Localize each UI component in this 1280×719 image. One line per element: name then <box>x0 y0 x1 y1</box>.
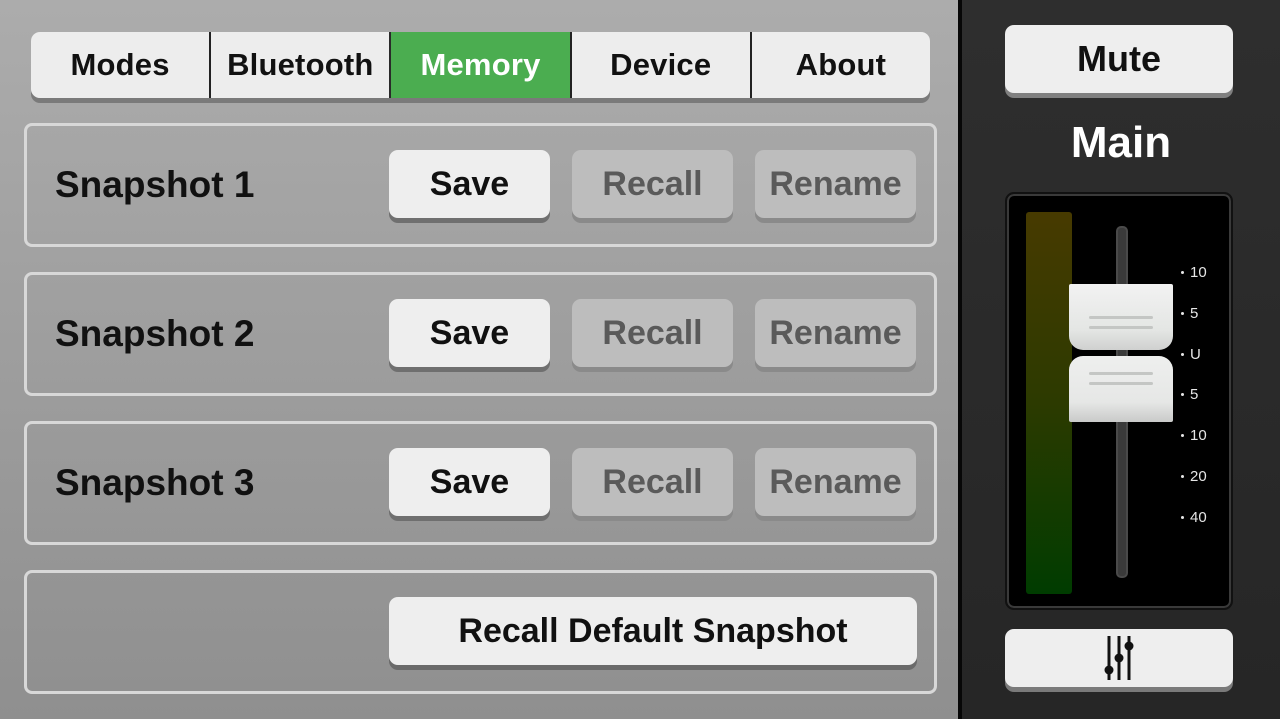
grip-line <box>1089 382 1153 385</box>
scale-mark: 20 <box>1181 466 1207 486</box>
snapshot-name: Snapshot 2 <box>55 313 255 354</box>
scale-mark: U <box>1181 344 1201 364</box>
scale-mark: 40 <box>1181 507 1207 527</box>
snapshot-name: Snapshot 3 <box>55 462 255 503</box>
snapshot-row-1: Snapshot 1 Save Recall Rename <box>24 123 937 247</box>
tab-modes[interactable]: Modes <box>31 32 210 98</box>
save-button[interactable]: Save <box>389 150 550 218</box>
rename-button[interactable]: Rename <box>755 299 916 367</box>
fader-handle-top[interactable] <box>1069 284 1173 350</box>
recall-default-snapshot-button[interactable]: Recall Default Snapshot <box>389 597 917 665</box>
tab-bar: Modes Bluetooth Memory Device About <box>31 32 930 98</box>
recall-button[interactable]: Recall <box>572 150 733 218</box>
rename-button[interactable]: Rename <box>755 448 916 516</box>
grip-line <box>1089 316 1153 319</box>
rename-button[interactable]: Rename <box>755 150 916 218</box>
snapshot-name: Snapshot 1 <box>55 164 255 205</box>
settings-pane: Modes Bluetooth Memory Device About Snap… <box>0 0 958 719</box>
scale-mark: 5 <box>1181 384 1198 404</box>
scale-mark: 10 <box>1181 425 1207 445</box>
snapshot-row-3: Snapshot 3 Save Recall Rename <box>24 421 937 545</box>
save-button[interactable]: Save <box>389 299 550 367</box>
grip-line <box>1089 326 1153 329</box>
scale-mark: 10 <box>1181 262 1207 282</box>
save-button[interactable]: Save <box>389 448 550 516</box>
channel-strip: Mute Main 10 5 U 5 10 20 40 <box>962 0 1280 719</box>
fader-handle-bottom[interactable] <box>1069 356 1173 422</box>
recall-button[interactable]: Recall <box>572 448 733 516</box>
mute-button[interactable]: Mute <box>1005 25 1233 93</box>
tab-device[interactable]: Device <box>569 32 750 98</box>
fader-panel: 10 5 U 5 10 20 40 <box>1005 192 1233 610</box>
snapshot-row-2: Snapshot 2 Save Recall Rename <box>24 272 937 396</box>
sliders-icon <box>1104 636 1134 680</box>
scale-mark: 5 <box>1181 303 1198 323</box>
mixer-settings-button[interactable] <box>1005 629 1233 687</box>
recall-button[interactable]: Recall <box>572 299 733 367</box>
tab-memory[interactable]: Memory <box>389 32 570 98</box>
tab-bluetooth[interactable]: Bluetooth <box>209 32 390 98</box>
default-snapshot-row: Recall Default Snapshot <box>24 570 937 694</box>
level-meter <box>1026 212 1072 594</box>
channel-name: Main <box>1070 118 1172 167</box>
tab-about[interactable]: About <box>749 32 930 98</box>
grip-line <box>1089 372 1153 375</box>
